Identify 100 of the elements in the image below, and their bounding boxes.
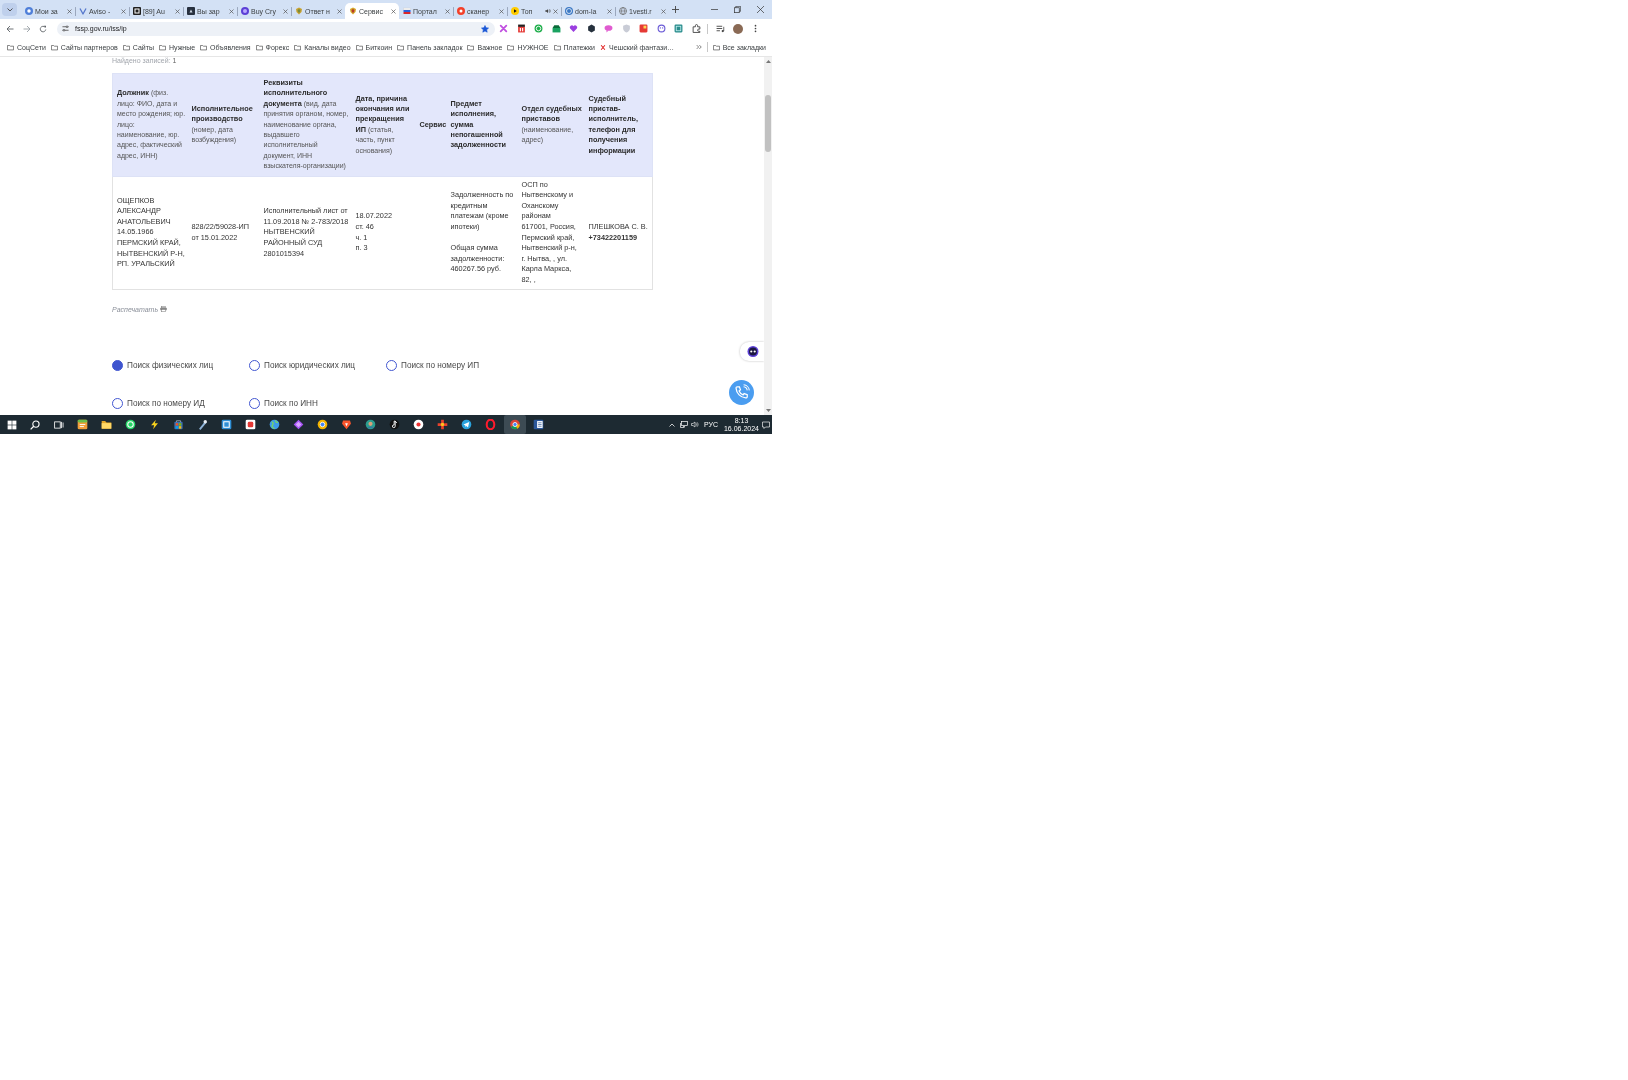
bubble-icon[interactable]	[604, 24, 614, 33]
plus-icon[interactable]	[672, 6, 679, 13]
folder-icon	[50, 43, 58, 51]
tray-icon[interactable]	[551, 24, 561, 33]
notification-icon[interactable]	[762, 420, 770, 429]
back-icon[interactable]	[6, 24, 14, 33]
gem-icon[interactable]	[293, 419, 304, 430]
radio-button[interactable]	[249, 397, 260, 409]
folder-icon[interactable]	[101, 419, 112, 430]
music-note-icon[interactable]	[389, 419, 400, 430]
folder-icon	[553, 43, 561, 51]
chevron-up-icon[interactable]	[668, 422, 675, 427]
extensions-icon[interactable]	[691, 24, 701, 33]
folder-icon	[507, 43, 515, 51]
chevron-down-icon	[6, 7, 13, 12]
close-icon[interactable]	[553, 8, 558, 14]
folder-icon	[255, 43, 263, 51]
disc-logo-icon	[457, 7, 465, 15]
chat-bubble-icon[interactable]	[125, 419, 136, 430]
emblem-icon	[349, 7, 357, 15]
chevron-icon	[79, 7, 87, 15]
radio-button[interactable]	[386, 359, 397, 371]
scroll-up-icon[interactable]	[765, 60, 771, 63]
star-icon[interactable]	[481, 24, 489, 33]
close-icon[interactable]	[607, 8, 612, 14]
grid-squares-icon[interactable]	[6, 419, 17, 430]
double-chevron-icon[interactable]	[695, 44, 702, 50]
radio-label[interactable]: Поиск по ИНН	[264, 397, 318, 409]
globe-icon[interactable]	[269, 419, 280, 430]
close-icon[interactable]	[757, 6, 764, 13]
bolt-icon[interactable]	[149, 419, 160, 430]
play-icon	[511, 7, 519, 15]
cross-icon[interactable]	[437, 419, 448, 430]
radio-button[interactable]	[112, 359, 123, 371]
close-icon[interactable]	[445, 8, 450, 14]
close-icon[interactable]	[283, 8, 288, 14]
pen-icon[interactable]	[197, 419, 208, 430]
ring-icon[interactable]	[317, 419, 328, 430]
globe-icon	[619, 7, 627, 15]
radio-label[interactable]: Поиск по номеру ИП	[401, 359, 480, 371]
folder-icon	[355, 43, 363, 51]
calendar-icon[interactable]	[516, 24, 526, 33]
scroll-down-icon[interactable]	[765, 409, 771, 412]
folder-icon	[467, 43, 475, 51]
volume-icon[interactable]	[690, 421, 699, 428]
windows-stack-icon[interactable]	[53, 419, 64, 430]
radio-label[interactable]: Поиск физических лиц	[127, 359, 214, 371]
close-icon[interactable]	[121, 8, 126, 14]
search-icon[interactable]	[30, 419, 41, 430]
square-logo-icon	[133, 7, 141, 15]
close-icon[interactable]	[499, 8, 504, 14]
shield-icon[interactable]	[341, 419, 352, 430]
avatar-icon[interactable]	[733, 23, 744, 34]
restore-icon[interactable]	[734, 6, 741, 13]
disc-logo-icon	[565, 7, 573, 15]
network-icon[interactable]	[679, 421, 688, 428]
folder-icon	[712, 43, 720, 51]
reload-icon[interactable]	[39, 24, 47, 33]
notepad-icon[interactable]	[77, 419, 88, 430]
disc-icon[interactable]	[365, 419, 376, 430]
close-icon[interactable]	[175, 8, 180, 14]
close-icon[interactable]	[229, 8, 234, 14]
close-icon[interactable]	[337, 8, 342, 14]
cross-icon	[600, 43, 606, 51]
paper-plane-icon[interactable]	[461, 419, 472, 430]
minimize-icon[interactable]	[711, 6, 718, 13]
flag-icon	[403, 7, 411, 15]
close-icon[interactable]	[661, 8, 666, 14]
emblem-icon	[295, 7, 303, 15]
radio-label[interactable]: Поиск юридических лиц	[264, 359, 356, 371]
radio-button[interactable]	[112, 397, 123, 409]
coin-icon[interactable]	[534, 24, 544, 33]
phone-icon[interactable]	[728, 379, 754, 405]
media-icon[interactable]	[716, 24, 726, 33]
radio-label[interactable]: Поиск по номеру ИД	[127, 397, 205, 409]
smiley-icon[interactable]	[656, 24, 666, 33]
square-logo-icon	[187, 7, 195, 15]
scrollbar-thumb[interactable]	[765, 95, 771, 152]
folder-icon	[7, 43, 14, 51]
app-tile-icon[interactable]	[245, 419, 256, 430]
ring-icon	[25, 7, 33, 15]
app-tile-icon[interactable]	[639, 24, 649, 33]
folder-icon	[397, 43, 405, 51]
document-icon[interactable]	[533, 419, 544, 430]
site-settings-icon[interactable]	[62, 25, 69, 32]
disc-logo-icon	[241, 7, 249, 15]
app-tile-icon[interactable]	[221, 419, 232, 430]
folder-icon	[159, 43, 166, 51]
close-icon[interactable]	[67, 8, 72, 14]
disc-icon[interactable]	[413, 419, 424, 430]
close-icon[interactable]	[391, 8, 396, 14]
heart-icon[interactable]	[569, 24, 579, 33]
folder-icon	[294, 43, 302, 51]
store-icon[interactable]	[173, 419, 184, 430]
app-tile-icon[interactable]	[674, 24, 684, 33]
printer-icon[interactable]	[160, 306, 168, 313]
radio-button[interactable]	[249, 359, 260, 371]
folder-icon	[122, 43, 130, 51]
folder-icon	[200, 43, 208, 51]
hexagon-icon[interactable]	[586, 24, 596, 33]
